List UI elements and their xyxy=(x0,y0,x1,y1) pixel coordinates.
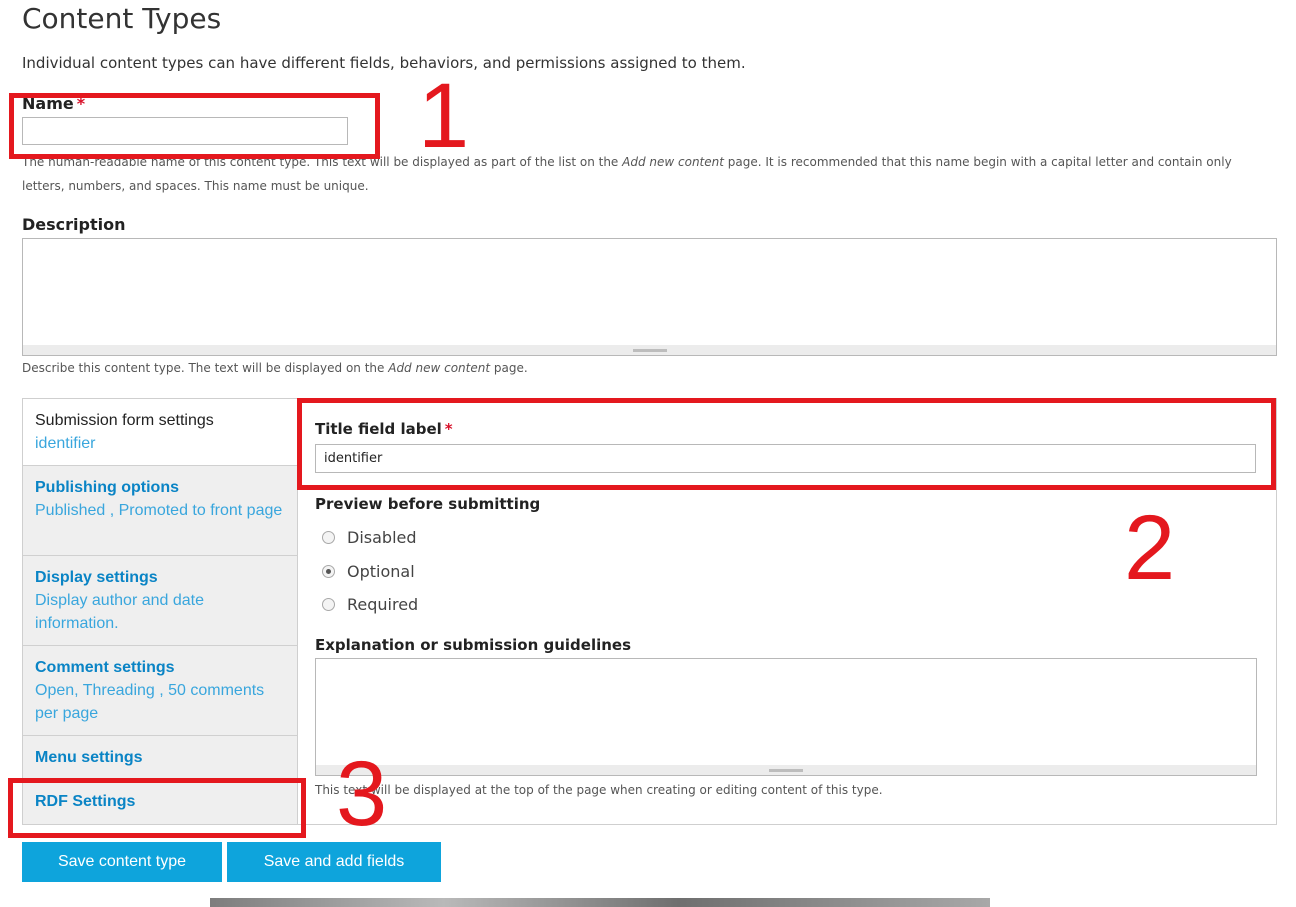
annotation-number-3: 3 xyxy=(336,743,388,845)
grip-handle-icon xyxy=(632,349,667,352)
vertical-tab-summary: Display author and date information. xyxy=(35,592,204,632)
description-textarea[interactable] xyxy=(22,238,1277,356)
description-help-before: Describe this content type. The text wil… xyxy=(22,361,389,375)
radio-icon[interactable] xyxy=(322,531,335,544)
annotation-box-1 xyxy=(9,93,380,159)
preview-option-label: Optional xyxy=(347,562,415,581)
vertical-tab-display-settings[interactable]: Display settings Display author and date… xyxy=(23,556,298,646)
preview-label: Preview before submitting xyxy=(315,495,541,513)
vertical-tab-submission-form[interactable]: Submission form settings identifier xyxy=(23,399,298,466)
page-title: Content Types xyxy=(22,2,222,35)
page-intro: Individual content types can have differ… xyxy=(22,54,746,72)
description-help-text: Describe this content type. The text wil… xyxy=(22,358,528,378)
vertical-tab-summary: Open, Threading , 50 comments per page xyxy=(35,682,265,722)
preview-option-label: Disabled xyxy=(347,528,417,547)
annotation-number-2: 2 xyxy=(1124,497,1176,599)
description-help-after: page. xyxy=(490,361,528,375)
guidelines-help-text: This text will be displayed at the top o… xyxy=(315,783,883,797)
description-resize-grip[interactable] xyxy=(23,345,1276,355)
vertical-tab-summary: identifier xyxy=(35,435,96,452)
preview-option-label: Required xyxy=(347,595,419,614)
vertical-tab-publishing-options[interactable]: Publishing options Published , Promoted … xyxy=(23,466,298,556)
guidelines-resize-grip[interactable] xyxy=(316,765,1256,775)
save-and-add-fields-button[interactable]: Save and add fields xyxy=(227,842,441,882)
description-label: Description xyxy=(22,215,126,234)
vertical-tab-title: Comment settings xyxy=(35,659,175,676)
cropped-image-strip xyxy=(210,898,990,907)
name-help-link: Add new content xyxy=(622,155,724,169)
vertical-tab-menu-settings[interactable]: Menu settings xyxy=(23,736,298,780)
vertical-tab-summary: Published , Promoted to front page xyxy=(35,502,283,519)
save-content-type-button[interactable]: Save content type xyxy=(22,842,222,882)
guidelines-label: Explanation or submission guidelines xyxy=(315,636,632,654)
vertical-tab-title: Menu settings xyxy=(35,749,143,766)
vertical-tab-title: Publishing options xyxy=(35,479,179,496)
vertical-tab-title: Submission form settings xyxy=(35,412,214,429)
vertical-tab-title: Display settings xyxy=(35,569,158,586)
preview-option-optional[interactable]: Optional xyxy=(322,562,415,581)
preview-option-disabled[interactable]: Disabled xyxy=(322,528,417,547)
guidelines-textarea[interactable] xyxy=(315,658,1257,776)
radio-selected-icon[interactable] xyxy=(322,565,335,578)
preview-option-required[interactable]: Required xyxy=(322,595,418,614)
radio-icon[interactable] xyxy=(322,598,335,611)
annotation-number-1: 1 xyxy=(418,65,470,167)
description-help-link: Add new content xyxy=(388,361,491,375)
annotation-box-3 xyxy=(8,778,306,838)
annotation-box-2 xyxy=(297,398,1276,490)
grip-handle-icon xyxy=(769,769,803,772)
vertical-tab-list: Submission form settings identifier Publ… xyxy=(23,399,298,824)
vertical-tab-comment-settings[interactable]: Comment settings Open, Threading , 50 co… xyxy=(23,646,298,736)
